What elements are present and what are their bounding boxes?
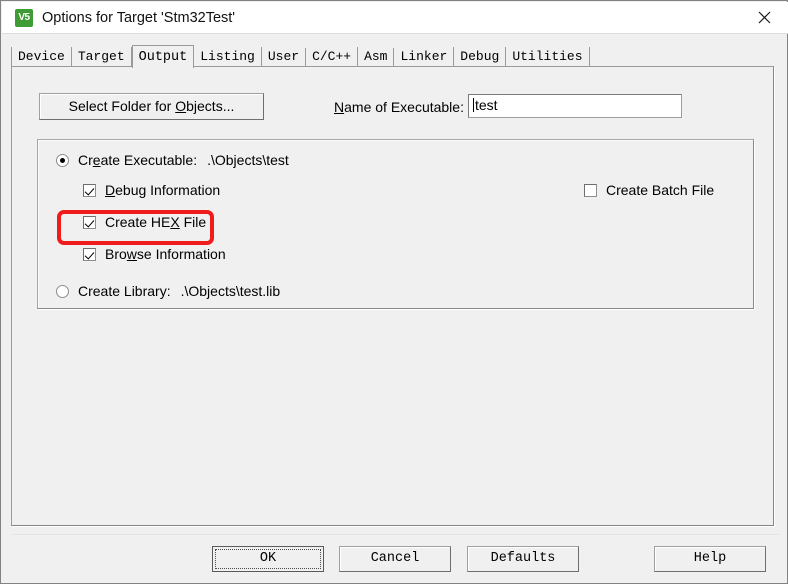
name-of-executable-label: Name of Executable: bbox=[334, 99, 464, 115]
browse-information-checkbox-row[interactable]: Browse Information bbox=[83, 246, 226, 262]
defaults-button[interactable]: Defaults bbox=[467, 546, 579, 572]
page-title: Options for Target 'Stm32Test' bbox=[42, 10, 236, 26]
browse-information-checkbox-icon[interactable] bbox=[83, 247, 96, 261]
tab-output[interactable]: Output bbox=[131, 45, 195, 68]
browse-information-label: Browse Information bbox=[105, 246, 226, 262]
defaults-button-label: Defaults bbox=[490, 551, 556, 566]
create-library-radio-row[interactable]: Create Library: .\Objects\test.lib bbox=[56, 283, 280, 299]
create-executable-radio-row[interactable]: Create Executable: .\Objects\test bbox=[56, 152, 289, 168]
name-of-executable-input[interactable]: test bbox=[468, 94, 682, 118]
create-hex-file-checkbox-row[interactable]: Create HEX File bbox=[83, 214, 206, 230]
debug-information-label: Debug Information bbox=[105, 182, 221, 198]
options-dialog: V5 Options for Target 'Stm32Test' Device… bbox=[0, 0, 788, 584]
ok-button[interactable]: OK bbox=[212, 546, 324, 572]
create-library-label: Create Library: bbox=[78, 283, 171, 299]
footer-divider bbox=[11, 534, 779, 535]
name-of-executable-mnemonic: N bbox=[334, 99, 345, 115]
cancel-button[interactable]: Cancel bbox=[339, 546, 451, 572]
create-executable-radio-icon[interactable] bbox=[56, 153, 69, 167]
tab-debug[interactable]: Debug bbox=[454, 47, 507, 67]
tab-listing[interactable]: Listing bbox=[194, 47, 262, 67]
output-options-groupbox: Create Executable: .\Objects\test Debug … bbox=[37, 139, 754, 309]
output-tab-panel: Select Folder for Objects... Name of Exe… bbox=[11, 66, 774, 526]
uvision-logo-icon: V5 bbox=[15, 9, 33, 27]
tab-device[interactable]: Device bbox=[11, 47, 72, 67]
tab-user[interactable]: User bbox=[262, 47, 305, 67]
cancel-button-label: Cancel bbox=[370, 551, 420, 566]
create-batch-file-label: Create Batch File bbox=[606, 182, 715, 198]
debug-information-checkbox-row[interactable]: Debug Information bbox=[83, 182, 220, 198]
create-library-path: .\Objects\test.lib bbox=[180, 283, 281, 299]
create-hex-file-label: Create HEX File bbox=[105, 214, 207, 230]
tab-target[interactable]: Target bbox=[72, 47, 132, 67]
tab-strip: Device Target Output Listing User C/C++ … bbox=[11, 44, 590, 68]
name-of-executable-rest: ame of Executable: bbox=[344, 99, 464, 115]
help-button-label: Help bbox=[693, 551, 727, 566]
close-button[interactable] bbox=[741, 2, 787, 33]
tab-asm[interactable]: Asm bbox=[358, 47, 393, 67]
title-bar: V5 Options for Target 'Stm32Test' bbox=[2, 2, 788, 34]
close-icon bbox=[758, 11, 770, 24]
select-folder-label-pre: Select Folder for bbox=[68, 98, 176, 114]
tab-linker[interactable]: Linker bbox=[394, 47, 455, 67]
select-folder-for-objects-button[interactable]: Select Folder for Objects... bbox=[39, 93, 264, 120]
name-of-executable-value: test bbox=[475, 97, 498, 113]
create-executable-label: Create Executable: bbox=[78, 152, 198, 168]
ok-button-label: OK bbox=[259, 551, 277, 566]
create-library-radio-icon[interactable] bbox=[56, 284, 69, 298]
select-folder-label-post: bjects... bbox=[186, 98, 235, 114]
create-hex-file-checkbox-icon[interactable] bbox=[83, 215, 96, 229]
create-batch-file-checkbox-icon[interactable] bbox=[584, 183, 597, 197]
tab-utilities[interactable]: Utilities bbox=[506, 47, 590, 67]
select-folder-label-mnemonic: O bbox=[175, 98, 187, 114]
help-button[interactable]: Help bbox=[654, 546, 766, 572]
create-batch-file-checkbox-row[interactable]: Create Batch File bbox=[584, 182, 714, 198]
text-caret bbox=[473, 98, 474, 112]
debug-information-checkbox-icon[interactable] bbox=[83, 183, 96, 197]
create-executable-path: .\Objects\test bbox=[207, 152, 289, 168]
tab-c-cpp[interactable]: C/C++ bbox=[306, 47, 359, 67]
